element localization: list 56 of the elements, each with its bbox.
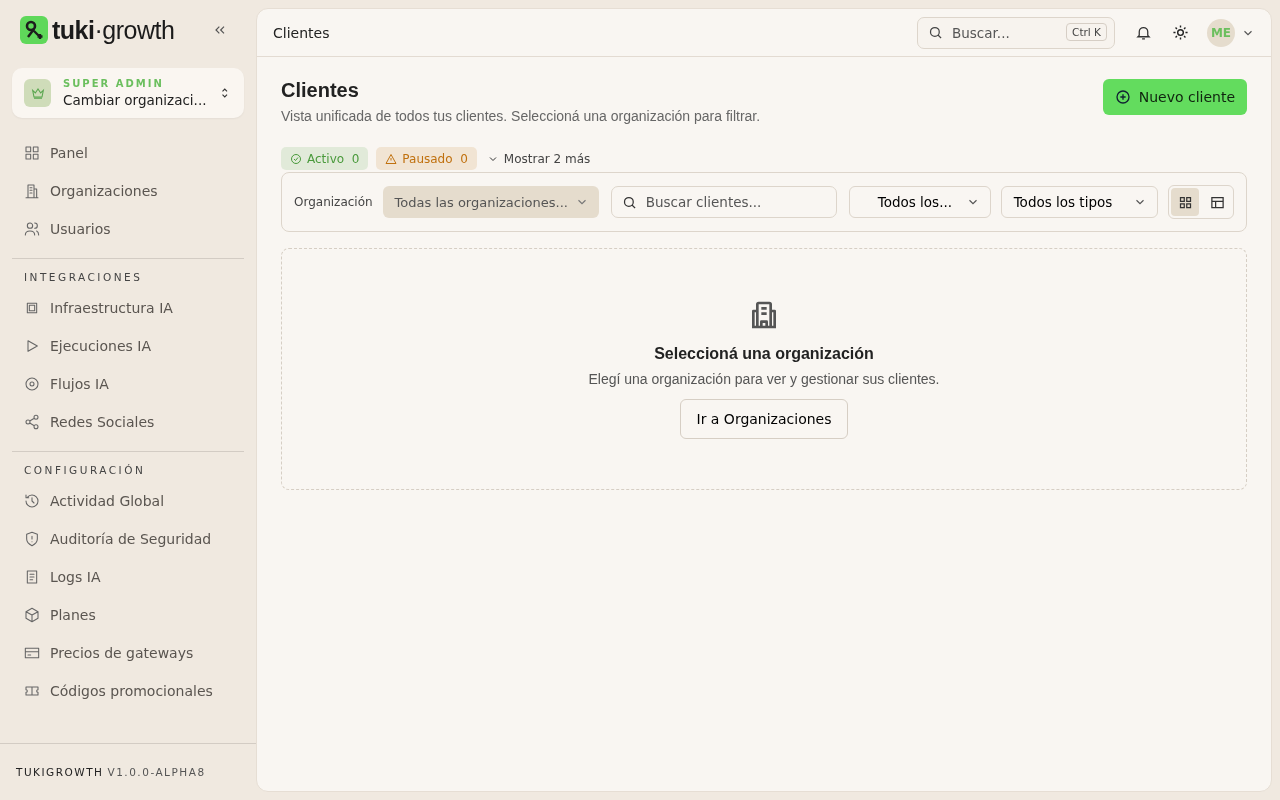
empty-state-message: Elegí una organización para ver y gestionar sus clientes. <box>588 371 940 387</box>
shortcut-hint: Ctrl K <box>1066 22 1107 41</box>
logo-icon <box>20 16 48 44</box>
nav-item[interactable]: Flujos IA <box>12 365 244 403</box>
bell-icon[interactable] <box>1135 24 1152 41</box>
cube-icon <box>24 607 40 623</box>
nav-item[interactable]: Usuarios <box>12 210 244 248</box>
sun-icon[interactable] <box>1172 24 1189 41</box>
new-client-button[interactable]: Nuevo cliente <box>1102 79 1247 115</box>
warning-icon <box>385 152 398 165</box>
nav-item[interactable]: Logs IA <box>12 558 244 596</box>
table-icon <box>1209 194 1225 210</box>
nav-item[interactable]: Organizaciones <box>12 172 244 210</box>
grid-icon <box>24 145 40 161</box>
ticket-icon <box>24 683 40 699</box>
grid-view-button[interactable] <box>1171 188 1199 216</box>
nav-item[interactable]: Precios de gateways <box>12 634 244 672</box>
page-breadcrumb: Clientes <box>273 24 330 41</box>
page-title: Clientes <box>281 79 360 102</box>
nav-item[interactable]: Infraestructura IA <box>12 289 244 327</box>
nav-item[interactable]: Panel <box>12 134 244 172</box>
logo-wordmark: tuki·growth <box>52 15 175 45</box>
nav-item[interactable]: Ejecuciones IA <box>12 327 244 365</box>
organization-select[interactable]: Todas las organizaciones... <box>382 186 599 218</box>
type-select[interactable]: Todos los tipos <box>1000 186 1158 218</box>
target-icon <box>24 376 40 392</box>
version-label: V1.0.0-ALPHA8 <box>107 766 206 778</box>
search-icon <box>621 194 637 210</box>
page-subtitle: Vista unificada de todos tus clientes. Seleccioná una organización para filtrar. <box>281 108 761 124</box>
plus-circle-icon <box>1114 89 1131 105</box>
play-icon <box>24 338 40 354</box>
go-to-organizations-button[interactable]: Ir a Organizaciones <box>679 399 849 439</box>
nav-item[interactable]: Actividad Global <box>12 482 244 520</box>
section-heading: INTEGRACIONES <box>23 271 144 285</box>
share-icon <box>24 414 40 430</box>
users-icon <box>24 221 40 237</box>
card-icon <box>24 645 40 661</box>
organization-switcher[interactable]: SUPER ADMIN Cambiar organizaci... <box>12 68 244 118</box>
nav-item[interactable]: Redes Sociales <box>12 403 244 441</box>
grid-icon <box>1177 194 1193 210</box>
section-heading: CONFIGURACIÓN <box>23 464 147 478</box>
show-more-button[interactable]: Mostrar 2 más <box>484 147 593 170</box>
document-icon <box>24 569 40 585</box>
history-icon <box>24 493 40 509</box>
nav-item[interactable]: Planes <box>12 596 244 634</box>
search-icon <box>928 25 943 40</box>
app-name: TUKIGROWTH <box>16 766 104 778</box>
nav-item[interactable]: Códigos promocionales <box>12 672 244 710</box>
empty-state-title: Seleccioná una organización <box>654 345 874 363</box>
filter-label: Organización <box>294 195 373 209</box>
shield-icon <box>24 531 40 547</box>
chip-icon <box>24 300 40 316</box>
nav-item[interactable]: Auditoría de Seguridad <box>12 520 244 558</box>
building-icon <box>24 183 40 199</box>
client-search-field[interactable]: Buscar clientes... <box>610 186 837 218</box>
status-select[interactable]: Todos los... <box>848 186 991 218</box>
